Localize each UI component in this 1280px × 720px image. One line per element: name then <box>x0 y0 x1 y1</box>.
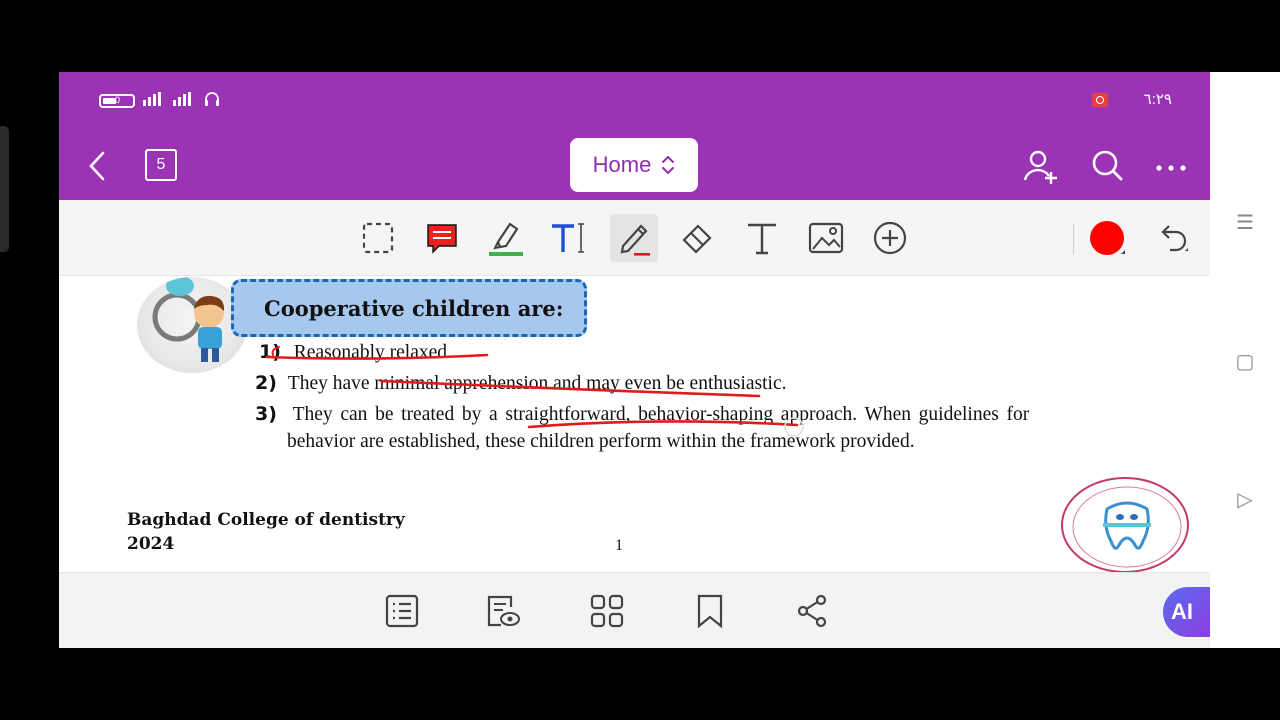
headset-icon <box>205 92 219 106</box>
screen-record-icon <box>1092 93 1108 107</box>
side-handle[interactable] <box>0 126 9 252</box>
home-mode-button[interactable]: Home <box>570 138 698 192</box>
status-bar: 0 ٦:٢٩ <box>99 90 1190 112</box>
college-logo-icon <box>1061 477 1189 573</box>
image-tool[interactable] <box>806 218 846 258</box>
chevron-updown-icon <box>662 155 675 175</box>
app-window: 0 ٦:٢٩ 5 Home Cooperative children are: … <box>59 72 1210 648</box>
list-item: 1) Reasonably relaxed. <box>259 341 452 363</box>
footer-year: 2024 <box>127 534 175 554</box>
add-person-icon[interactable] <box>1021 146 1061 186</box>
comment-icon <box>427 224 457 254</box>
text-tool[interactable] <box>742 218 782 258</box>
document-page: Cooperative children are: 1) Reasonably … <box>59 277 1210 573</box>
signal-icon <box>143 92 161 106</box>
pen-tool[interactable] <box>610 214 658 262</box>
highlighter-icon <box>489 222 523 256</box>
grid-view-icon[interactable] <box>589 593 625 629</box>
nav-bar: 5 Home <box>59 136 1210 196</box>
text-icon <box>748 223 776 255</box>
bottom-bar: AI <box>59 572 1210 648</box>
home-mode-label: Home <box>592 152 652 177</box>
menu-icon[interactable]: ☰ <box>1234 212 1256 234</box>
page-number: 1 <box>615 537 623 554</box>
more-options-icon[interactable] <box>1151 146 1191 186</box>
signal-icon-2 <box>173 92 191 106</box>
list-item: 3) They can be treated by a straightforw… <box>255 403 1030 425</box>
section-title-box: Cooperative children are: <box>231 279 587 337</box>
annotation-toolbar <box>59 200 1210 276</box>
color-picker[interactable] <box>1087 218 1127 258</box>
play-icon[interactable]: ▷ <box>1234 489 1256 511</box>
battery-icon: 0 <box>99 94 135 108</box>
list-view-icon[interactable] <box>384 593 420 629</box>
section-title: Cooperative children are: <box>264 296 564 321</box>
screen: ☰ ▢ ▷ 0 ٦:٢٩ 5 Home Cooperative children… <box>0 0 1280 720</box>
list-item: 2) They have minimal apprehension and ma… <box>255 372 787 394</box>
square-icon[interactable]: ▢ <box>1234 351 1256 373</box>
text-markup-tool[interactable] <box>548 218 588 258</box>
app-header: 0 ٦:٢٩ 5 Home <box>59 72 1210 200</box>
undo-button[interactable] <box>1152 218 1192 258</box>
color-swatch-icon <box>1090 221 1125 255</box>
footer-college: Baghdad College of dentistry <box>127 510 405 530</box>
image-icon <box>808 222 844 254</box>
bookmark-icon[interactable] <box>692 593 728 629</box>
pen-icon <box>620 224 650 256</box>
add-tool[interactable] <box>870 218 910 258</box>
eraser-icon <box>682 224 712 254</box>
read-mode-icon[interactable] <box>485 593 521 629</box>
back-icon[interactable] <box>85 150 109 182</box>
add-icon <box>873 221 907 255</box>
clock: ٦:٢٩ <box>1143 91 1172 108</box>
eraser-tool[interactable] <box>678 218 718 258</box>
list-item-continuation: behavior are established, these children… <box>287 431 915 452</box>
undo-icon <box>1161 225 1188 252</box>
selection-icon <box>362 222 394 254</box>
comment-tool[interactable] <box>422 218 462 258</box>
share-icon[interactable] <box>794 593 830 629</box>
selection-tool[interactable] <box>358 218 398 258</box>
highlighter-tool[interactable] <box>486 218 526 258</box>
ai-assistant-button[interactable]: AI <box>1163 587 1210 637</box>
text-markup-icon <box>552 223 584 253</box>
page-count-button[interactable]: 5 <box>145 149 177 181</box>
toolbar-divider <box>1073 224 1074 254</box>
search-icon[interactable] <box>1087 146 1127 186</box>
